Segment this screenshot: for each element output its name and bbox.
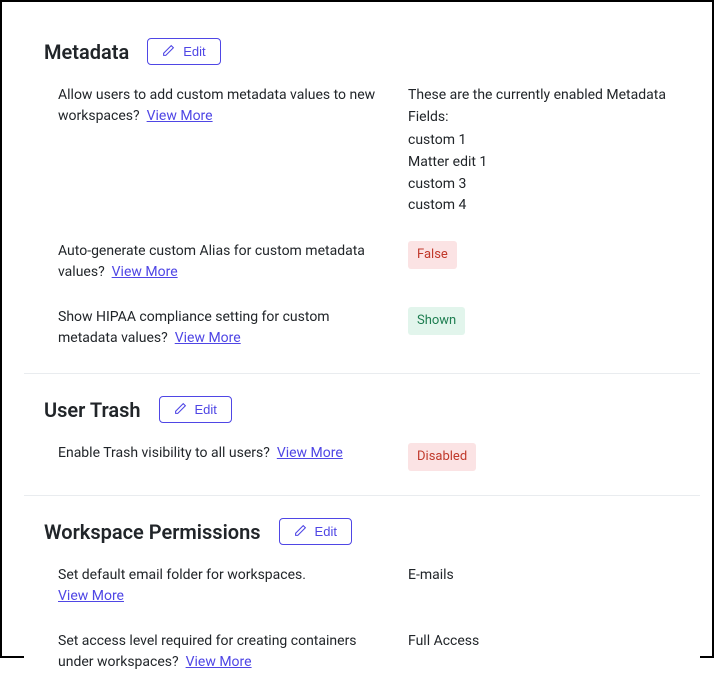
enabled-field-item: custom 4 bbox=[408, 195, 680, 217]
view-more-link[interactable]: View More bbox=[58, 588, 124, 604]
view-more-link[interactable]: View More bbox=[147, 108, 213, 124]
setting-text: Allow users to add custom metadata value… bbox=[58, 85, 408, 217]
setting-value: Disabled bbox=[408, 443, 680, 471]
enabled-field-item: custom 1 bbox=[408, 130, 680, 152]
edit-button-label: Edit bbox=[183, 45, 205, 58]
setting-text: Show HIPAA compliance setting for custom… bbox=[58, 307, 408, 349]
setting-value: These are the currently enabled Metadata… bbox=[408, 85, 680, 217]
status-badge-false: False bbox=[408, 241, 457, 269]
view-more-link[interactable]: View More bbox=[175, 330, 241, 346]
edit-button-label: Edit bbox=[315, 525, 337, 538]
setting-text: Enable Trash visibility to all users? Vi… bbox=[58, 443, 408, 471]
section-metadata: Metadata Edit Allow users to add custom … bbox=[24, 16, 700, 374]
section-header-metadata: Metadata Edit bbox=[44, 38, 680, 65]
setting-label: Allow users to add custom metadata value… bbox=[58, 87, 375, 124]
setting-value: False bbox=[408, 241, 680, 283]
setting-value: Full Access bbox=[408, 631, 680, 673]
section-header-workspace-permissions: Workspace Permissions Edit bbox=[44, 518, 680, 545]
setting-text: Set default email folder for workspaces.… bbox=[58, 565, 408, 607]
edit-button-user-trash[interactable]: Edit bbox=[159, 396, 232, 423]
status-badge-disabled: Disabled bbox=[408, 443, 476, 471]
edit-button-metadata[interactable]: Edit bbox=[147, 38, 220, 65]
value-access-level: Full Access bbox=[408, 633, 479, 649]
view-more-link[interactable]: View More bbox=[277, 445, 343, 461]
pencil-icon bbox=[294, 524, 307, 539]
value-email-folder: E-mails bbox=[408, 567, 454, 583]
pencil-icon bbox=[162, 44, 175, 59]
setting-label: Auto-generate custom Alias for custom me… bbox=[58, 243, 365, 280]
view-more-link[interactable]: View More bbox=[112, 264, 178, 280]
enabled-fields-title: These are the currently enabled Metadata… bbox=[408, 85, 680, 128]
section-user-trash: User Trash Edit Enable Trash visibility … bbox=[24, 374, 700, 496]
setting-label: Enable Trash visibility to all users? bbox=[58, 445, 270, 461]
enabled-field-item: Matter edit 1 bbox=[408, 152, 680, 174]
setting-value: Shown bbox=[408, 307, 680, 349]
setting-text: Set access level required for creating c… bbox=[58, 631, 408, 673]
row-allow-custom-metadata: Allow users to add custom metadata value… bbox=[44, 85, 680, 217]
section-title-user-trash: User Trash bbox=[44, 398, 141, 422]
pencil-icon bbox=[174, 402, 187, 417]
setting-label: Set default email folder for workspaces. bbox=[58, 567, 306, 583]
setting-text: Auto-generate custom Alias for custom me… bbox=[58, 241, 408, 283]
row-hipaa: Show HIPAA compliance setting for custom… bbox=[44, 307, 680, 349]
section-header-user-trash: User Trash Edit bbox=[44, 396, 680, 423]
setting-value: E-mails bbox=[408, 565, 680, 607]
enabled-field-item: custom 3 bbox=[408, 174, 680, 196]
row-trash-visibility: Enable Trash visibility to all users? Vi… bbox=[44, 443, 680, 471]
edit-button-workspace-permissions[interactable]: Edit bbox=[279, 518, 352, 545]
row-email-folder: Set default email folder for workspaces.… bbox=[44, 565, 680, 607]
section-title-metadata: Metadata bbox=[44, 40, 129, 64]
status-badge-shown: Shown bbox=[408, 307, 465, 335]
row-access-level: Set access level required for creating c… bbox=[44, 631, 680, 673]
edit-button-label: Edit bbox=[195, 403, 217, 416]
row-auto-alias: Auto-generate custom Alias for custom me… bbox=[44, 241, 680, 283]
view-more-link[interactable]: View More bbox=[186, 654, 252, 670]
section-workspace-permissions: Workspace Permissions Edit Set default e… bbox=[24, 496, 700, 697]
section-title-workspace-permissions: Workspace Permissions bbox=[44, 520, 261, 544]
